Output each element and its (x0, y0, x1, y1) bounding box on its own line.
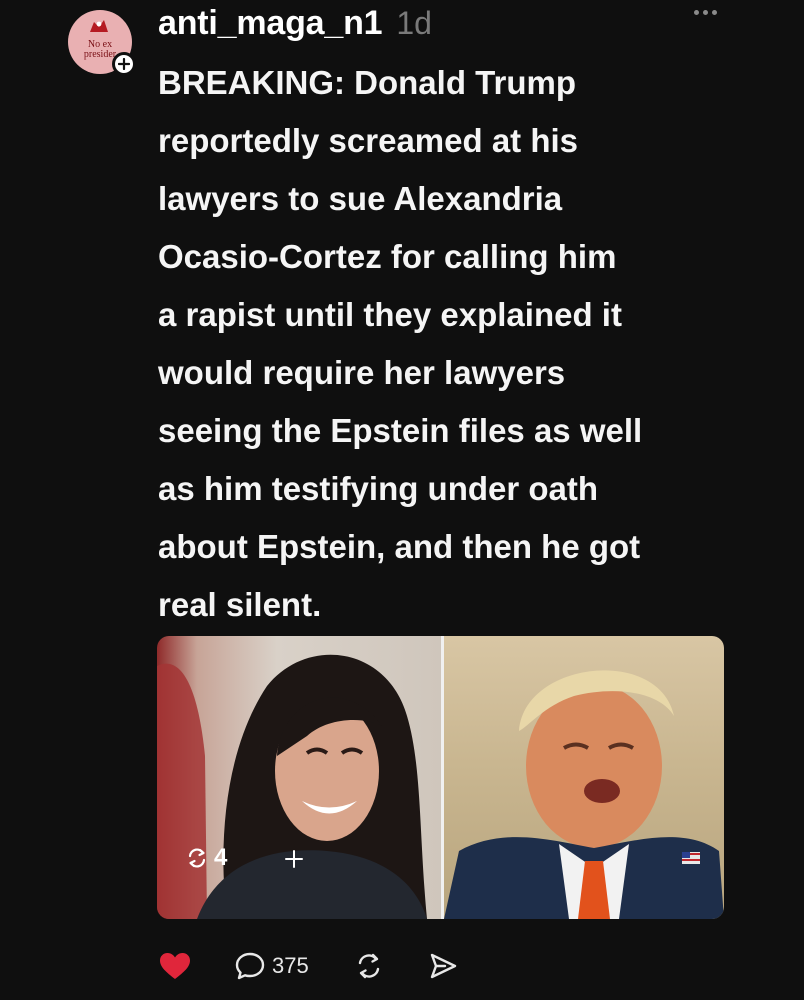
ellipsis-icon[interactable] (694, 10, 717, 15)
repost-button[interactable] (354, 951, 428, 981)
username[interactable]: anti_maga_n1 (158, 4, 383, 43)
send-icon (430, 953, 457, 979)
reply-count: 375 (272, 953, 309, 978)
timestamp[interactable]: 1d (396, 5, 432, 42)
photo-right-illustration (444, 670, 724, 919)
share-button[interactable] (428, 951, 458, 981)
heart-icon (160, 953, 190, 979)
post-media[interactable] (157, 636, 724, 919)
action-bar: 375 (158, 946, 458, 986)
reply-button[interactable]: 375 (234, 951, 354, 981)
post-text: BREAKING: Donald Trump reportedly scream… (158, 64, 643, 623)
follow-plus-icon[interactable] (112, 52, 136, 76)
post-header: anti_maga_n1 1d (158, 4, 432, 43)
repost-icon (358, 953, 380, 979)
photo-right[interactable] (441, 636, 724, 919)
speech-bubble-icon (235, 952, 265, 980)
like-button[interactable] (158, 951, 234, 981)
logo-icon (90, 20, 108, 32)
photo-left[interactable] (157, 636, 441, 919)
media-repost-count-value: 4 (214, 844, 228, 871)
photo-left-illustration (157, 654, 427, 919)
author-avatar[interactable]: No ex presider (68, 10, 136, 76)
media-add-icon[interactable] (284, 848, 304, 876)
repost-icon (188, 848, 206, 868)
media-repost-count[interactable]: 4 (186, 844, 227, 872)
